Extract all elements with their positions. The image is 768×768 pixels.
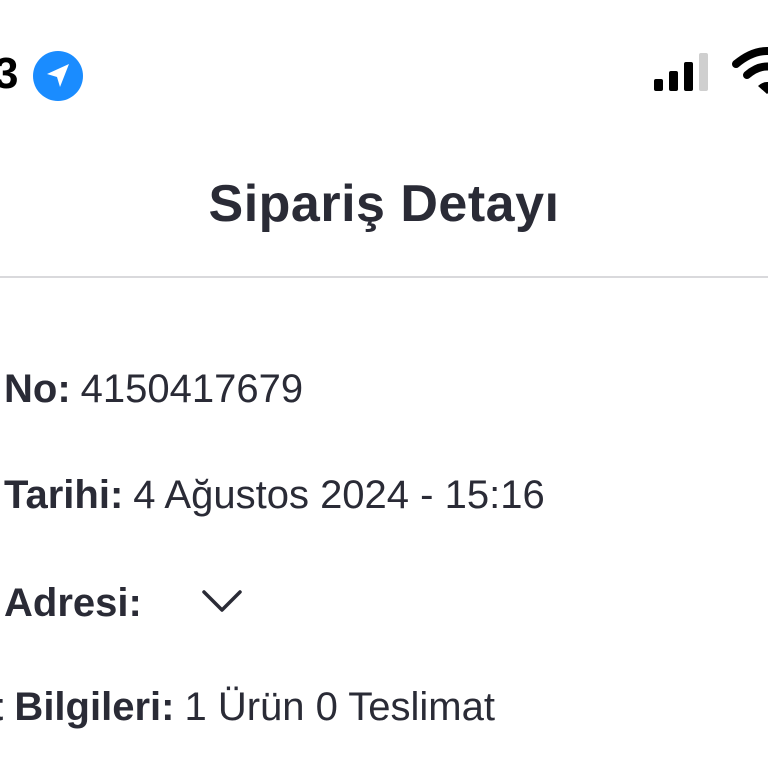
order-number-value: 4150417679 [80,367,304,411]
address-row[interactable]: Adresi: [4,578,142,628]
cellular-signal-icon [654,53,708,91]
page-title: Sipariş Detayı [208,175,560,233]
address-label: Adresi: [4,581,142,625]
location-arrow-icon [33,51,83,101]
shipment-info-value: 1 Ürün 0 Teslimat [184,685,495,729]
shipment-info-label: t Bilgileri: [0,685,175,729]
chevron-down-icon[interactable] [200,586,244,616]
shipment-info-row: t Bilgileri: 1 Ürün 0 Teslimat [0,682,495,732]
order-date-value: 4 Ağustos 2024 - 15:16 [133,473,545,517]
order-date-row: Tarihi: 4 Ağustos 2024 - 15:16 [4,470,545,520]
wifi-icon [732,47,768,94]
header-divider [0,276,768,278]
order-number-label: No: [4,367,71,411]
order-number-row: No: 4150417679 [4,364,303,414]
status-time: 3 [0,49,19,98]
order-date-label: Tarihi: [4,473,124,517]
order-detail-screen: 3 Sipariş Detayı No: 4150417679 Tarihi: 4 … [0,0,768,768]
